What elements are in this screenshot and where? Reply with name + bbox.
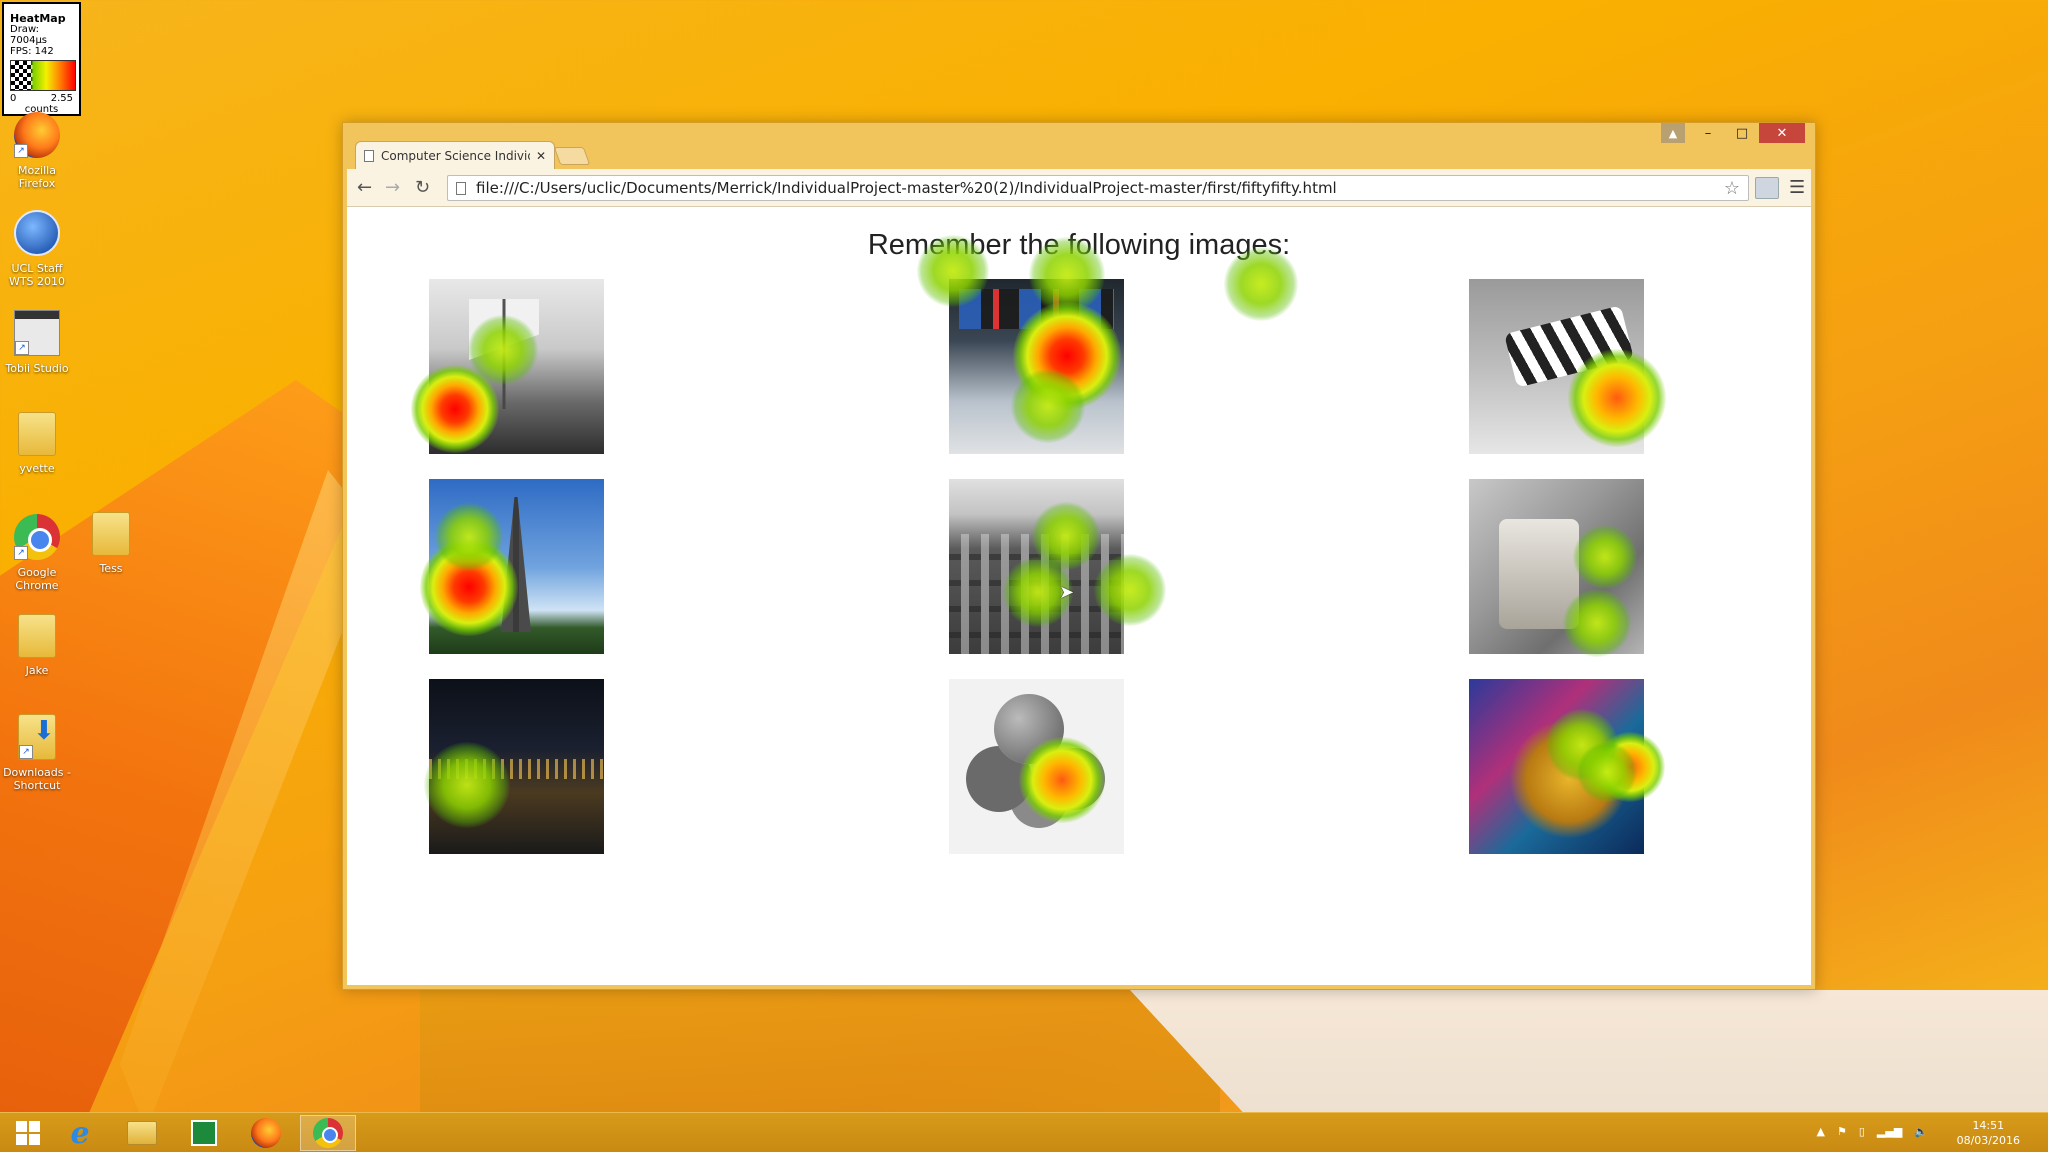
taskbar: e ▲ ⚑ ▯ ▂▄▆ 🔈 14:51 08/03/2016 (0, 1112, 2048, 1152)
reload-icon[interactable]: ↻ (415, 177, 430, 198)
clock-time: 14:51 (1972, 1119, 2005, 1132)
firefox-icon: ↗ (14, 112, 60, 158)
image-fruit (949, 679, 1124, 854)
clapperboard-icon: ↗ (14, 310, 60, 356)
tab-title: Computer Science Individ (381, 148, 530, 163)
chrome-icon: ↗ (14, 514, 60, 560)
heatmap-color-scale (10, 60, 76, 91)
heatmap-fps: FPS: 142 (10, 46, 54, 57)
browser-toolbar: ← → ↻ file:///C:/Users/uclic/Documents/M… (347, 169, 1811, 207)
desktop-icon-ucl-staff[interactable]: UCL Staff WTS 2010 (0, 210, 74, 288)
maximize-button[interactable]: □ (1725, 123, 1759, 143)
user-profile-button[interactable]: ▲ (1661, 123, 1685, 143)
downloads-folder-icon: ↗ (18, 714, 56, 760)
new-tab-button[interactable] (553, 147, 591, 165)
folder-icon (18, 614, 56, 658)
desktop-icon-label: Jake (25, 664, 49, 677)
image-tall-ship (429, 279, 604, 454)
taskbar-chrome[interactable] (300, 1115, 356, 1151)
extension-icon[interactable] (1755, 177, 1779, 199)
image-toaster (1469, 479, 1644, 654)
image-eiffel-tower (429, 479, 604, 654)
menu-icon[interactable]: ☰ (1789, 177, 1805, 198)
back-arrow-icon[interactable]: ← (357, 177, 372, 198)
heatmap-title: HeatMap (10, 12, 66, 25)
browser-tab[interactable]: Computer Science Individ ✕ (355, 141, 555, 169)
image-dragon (1469, 679, 1644, 854)
network-icon[interactable]: ▂▄▆ (1877, 1125, 1902, 1138)
heatmap-legend: HeatMap Draw: 7004µs FPS: 142 0 2.55 cou… (2, 2, 81, 116)
desktop-icon-label: Tess (99, 562, 123, 575)
browser-window: ▲ – □ ✕ Computer Science Individ ✕ ← → ↻… (342, 122, 1816, 990)
volume-icon[interactable]: 🔈 (1914, 1125, 1928, 1138)
page-icon (364, 149, 374, 162)
desktop-icon-label: Tobii Studio (5, 362, 69, 375)
image-marathon-runners (949, 279, 1124, 454)
url-text[interactable]: file:///C:/Users/uclic/Documents/Merrick… (476, 179, 1724, 197)
desktop-icon-label: Downloads - Shortcut (3, 766, 71, 792)
desktop-icon-tess[interactable]: Tess (74, 512, 148, 575)
heatmap-scale-max: 2.55 (50, 93, 73, 104)
taskbar-file-explorer[interactable] (114, 1115, 170, 1151)
image-city-night (429, 679, 604, 854)
forward-arrow-icon[interactable]: → (385, 177, 400, 198)
tab-close-icon[interactable]: ✕ (536, 149, 546, 163)
system-tray: ▲ ⚑ ▯ ▂▄▆ 🔈 (1817, 1125, 1929, 1138)
taskbar-firefox[interactable] (238, 1115, 294, 1151)
desktop-icon-jake[interactable]: Jake (0, 614, 74, 677)
minimize-button[interactable]: – (1691, 123, 1725, 143)
window-controls: ▲ – □ ✕ (1661, 123, 1805, 143)
page-heading: Remember the following images: (867, 229, 1291, 261)
mouse-cursor-icon: ➤ (1059, 582, 1075, 603)
folder-icon (92, 512, 130, 556)
system-clock[interactable]: 14:51 08/03/2016 (1957, 1118, 2020, 1148)
bookmark-star-icon[interactable]: ☆ (1724, 178, 1740, 199)
clock-date: 08/03/2016 (1956, 1134, 2020, 1147)
desktop-icon-firefox[interactable]: ↗ Mozilla Firefox (0, 112, 74, 190)
close-button[interactable]: ✕ (1759, 123, 1805, 143)
tray-overflow-icon[interactable]: ▲ (1817, 1125, 1825, 1138)
start-button[interactable] (0, 1115, 56, 1151)
desktop-icon-yvette[interactable]: yvette (0, 412, 74, 475)
page-icon (456, 181, 466, 195)
page-viewport: Remember the following images: ➤ (347, 207, 1811, 985)
action-center-flag-icon[interactable]: ⚑ (1837, 1125, 1847, 1138)
device-icon[interactable]: ▯ (1859, 1125, 1865, 1138)
taskbar-internet-explorer[interactable]: e (52, 1115, 108, 1151)
remote-desktop-icon (14, 210, 60, 256)
desktop-icon-label: Google Chrome (15, 566, 59, 592)
image-building (949, 479, 1124, 654)
heatmap-scale-range: 0 2.55 (10, 93, 73, 104)
taskbar-store[interactable] (176, 1115, 232, 1151)
file-explorer-icon (127, 1121, 157, 1145)
address-bar[interactable]: file:///C:/Users/uclic/Documents/Merrick… (447, 175, 1749, 201)
desktop-icon-downloads[interactable]: ↗ Downloads - Shortcut (0, 714, 74, 792)
firefox-icon (251, 1118, 281, 1148)
desktop-wallpaper-shape (420, 990, 1220, 1120)
chrome-icon (313, 1118, 343, 1148)
desktop-icon-label: UCL Staff WTS 2010 (8, 262, 66, 288)
store-icon (191, 1120, 217, 1146)
heatmap-draw-time: Draw: 7004µs (10, 24, 48, 46)
internet-explorer-icon: e (70, 1115, 90, 1151)
windows-start-icon (16, 1121, 40, 1145)
desktop-icon-label: Mozilla Firefox (18, 164, 56, 190)
desktop-icon-tobii-studio[interactable]: ↗ Tobii Studio (0, 310, 74, 375)
image-windsock (1469, 279, 1644, 454)
heatmap-scale-min: 0 (10, 93, 17, 104)
desktop-icon-label: yvette (19, 462, 55, 475)
folder-icon (18, 412, 56, 456)
desktop-icon-chrome[interactable]: ↗ Google Chrome (0, 514, 74, 592)
